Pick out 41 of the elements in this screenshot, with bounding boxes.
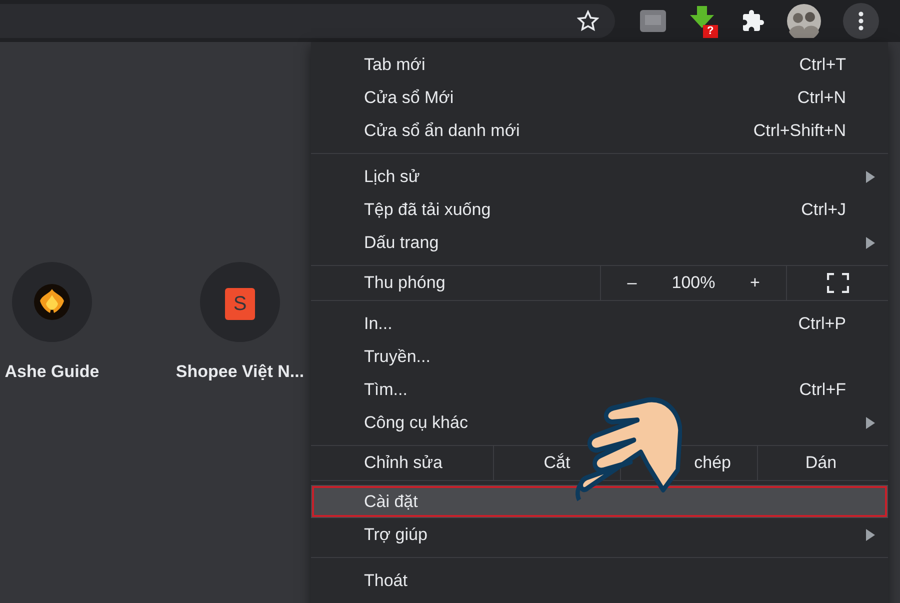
edit-action-button[interactable]: Dán [805,450,837,476]
zoom-out-button[interactable]: – [601,270,663,296]
menu-item[interactable]: Cửa sổ ẩn danh mới Ctrl+Shift+N [311,114,888,147]
menu-item[interactable]: Dấu trang [311,226,888,259]
shortcut-text: Ctrl+T [799,54,846,76]
shortcut-text: Ctrl+F [799,378,846,401]
edit-action-button[interactable]: Cắt [544,450,570,476]
menu-item[interactable]: Tab mới Ctrl+T [311,48,888,81]
shortcut-tile[interactable]: Ashe Guide [0,262,124,384]
shortcut-label: Shopee Việt N... [176,361,304,383]
menu-button[interactable] [843,3,879,39]
menu-item[interactable]: Tìm... Ctrl+F [311,373,888,406]
emblem-icon [33,283,71,321]
menu-item[interactable]: Trợ giúp [311,518,888,551]
zoom-level: 100% [670,272,716,294]
menu-item[interactable]: Thoát [311,564,888,597]
shortcut-text: Ctrl+N [797,86,846,109]
extension-tile-icon[interactable] [639,9,667,33]
fullscreen-icon[interactable] [826,273,848,293]
star-icon[interactable] [577,10,599,32]
badge: ? [703,25,718,38]
shortcut-label: Ashe Guide [4,361,100,383]
menu-item[interactable]: Truyền... [311,340,888,373]
menu-item[interactable]: In... Ctrl+P [311,307,888,340]
edit-action-button[interactable]: chép [694,450,731,476]
menu-item[interactable]: Cửa sổ Mới Ctrl+N [311,81,888,114]
zoom-in-button[interactable]: + [724,270,786,296]
more-vertical-icon [858,11,864,31]
shortcut-text: Ctrl+P [798,312,846,335]
menu-item[interactable]: Công cụ khác [311,406,888,439]
edit-label: Chỉnh sửa [363,452,444,474]
shortcut-text: Ctrl+Shift+N [753,120,846,142]
bag-icon: S [225,288,255,320]
shortcut-text: Ctrl+J [801,198,846,221]
zoom-label: Thu phóng [363,272,446,294]
puzzle-icon[interactable] [741,9,765,33]
menu-item[interactable]: Lịch sử [311,160,888,193]
avatar-icon[interactable] [787,4,821,38]
menu-item[interactable]: Tệp đã tải xuống Ctrl+J [311,193,888,226]
menu-item[interactable]: Cài đặt [311,485,888,518]
shortcut-tile[interactable]: S Shopee Việt N... [168,262,312,384]
